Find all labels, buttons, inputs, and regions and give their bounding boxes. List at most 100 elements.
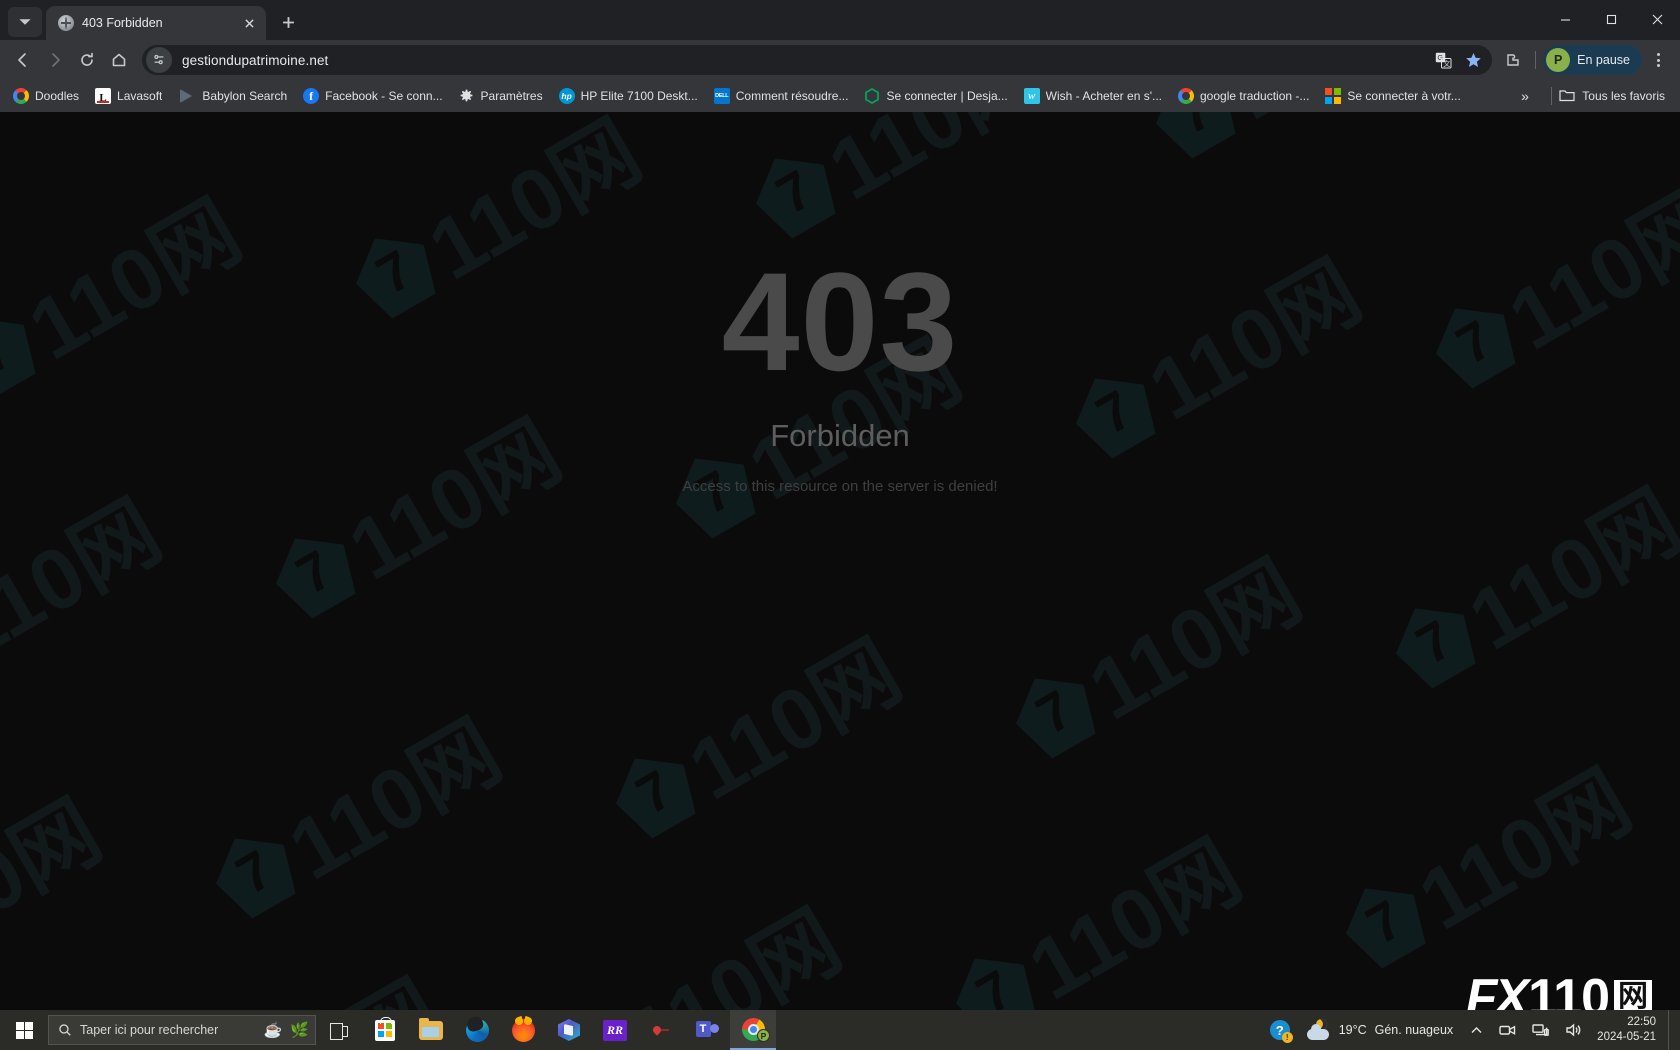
error-title: Forbidden [770,418,910,453]
search-icon [59,1024,71,1036]
pin-icon [651,1023,671,1037]
taskbar-microsoft-365[interactable] [546,1010,592,1050]
taskbar-rr-app[interactable] [592,1010,638,1050]
bookmark-wish[interactable]: Wish - Acheter en s'... [1017,83,1169,109]
start-button[interactable] [0,1010,48,1050]
coffee-icon: ☕ [263,1021,283,1039]
bookmark-label: google traduction -... [1200,89,1310,103]
taskbar-mozilla-firefox[interactable] [500,1010,546,1050]
tray-network-icon[interactable] [1525,1010,1556,1050]
help-icon: ? [1269,1020,1293,1043]
translate-icon[interactable]: G 文 [1430,47,1456,73]
clock-date: 2024-05-21 [1597,1031,1656,1043]
maximize-button[interactable] [1588,0,1634,38]
taskbar-microsoft-store[interactable] [362,1010,408,1050]
tab-search-button[interactable] [8,7,42,37]
reload-button[interactable] [72,45,102,75]
all-bookmarks-label: Tous les favoris [1582,89,1665,103]
taskbar-pin-app[interactable] [638,1010,684,1050]
tray-overflow-chevron[interactable] [1463,1010,1490,1050]
browser-window: 403 Forbidden gestiondupatrimoine.net G … [0,0,1680,1030]
babylon-icon [180,89,196,103]
weather-description: Gén. nuageux [1374,1023,1454,1037]
system-tray: ? 19°C Gén. nuageux [1263,1010,1680,1050]
facebook-icon [303,88,320,104]
svg-text:文: 文 [1443,59,1450,68]
address-bar[interactable]: gestiondupatrimoine.net G 文 [142,45,1493,75]
bookmark-lavasoft[interactable]: Lavasoft [88,83,169,109]
taskbar-clock[interactable]: 22:50 2024-05-21 [1591,1010,1666,1050]
bookmark-star-icon[interactable] [1460,47,1486,73]
taskbar-microsoft-teams[interactable] [684,1010,730,1050]
bookmark-comment-resoudre[interactable]: Comment résoudre... [707,83,856,109]
back-button[interactable] [8,45,38,75]
bookmark-label: Facebook - Se conn... [325,89,443,103]
omnibox-actions: G 文 [1430,45,1486,75]
tray-volume-icon[interactable] [1558,1010,1589,1050]
rr-icon [603,1019,627,1041]
browser-menu-button[interactable] [1644,45,1672,75]
page-viewport: 7 110网 7 110网 7 110网 7 110网 7 110网 7 110网 7 110… [0,112,1680,1030]
tray-camera-icon[interactable] [1492,1010,1523,1050]
bookmark-desjardins[interactable]: Se connecter | Desja... [857,83,1014,109]
bookmark-se-connecter-microsoft[interactable]: Se connecter à votr... [1318,83,1467,109]
taskbar-file-explorer[interactable] [408,1010,454,1050]
extensions-icon[interactable] [1498,45,1528,75]
dell-icon [713,88,730,104]
all-bookmarks-button[interactable]: Tous les favoris [1552,83,1672,109]
weather-temperature: 19°C [1338,1023,1367,1037]
site-settings-icon[interactable] [146,47,172,73]
home-button[interactable] [104,45,134,75]
bookmark-facebook[interactable]: Facebook - Se conn... [296,83,449,109]
bookmarks-overflow-button[interactable]: » [1512,83,1538,109]
bookmarks-bar: Doodles Lavasoft Babylon Search Facebook… [0,80,1680,112]
cloudy-night-icon [1306,1017,1331,1040]
clock-time: 22:50 [1627,1016,1656,1029]
tab-close-icon[interactable] [240,14,258,32]
task-view-button[interactable] [316,1010,362,1050]
edge-icon [465,1018,489,1042]
hp-icon [558,88,575,104]
taskbar-search-input[interactable]: Taper ici pour rechercher ☕ 🌿 [48,1015,316,1045]
m365-icon [558,1019,580,1041]
taskbar-google-chrome[interactable]: P [730,1010,776,1050]
weather-widget[interactable]: 19°C Gén. nuageux [1299,1010,1461,1050]
taskview-icon [330,1022,348,1040]
lavasoft-icon [95,88,112,104]
bookmark-label: Paramètres [480,89,543,103]
windows-logo-icon [15,1021,33,1039]
error-container: 403 Forbidden Access to this resource on… [0,243,1680,496]
bookmark-doodles[interactable]: Doodles [6,83,86,109]
profile-button[interactable]: P En pause [1543,45,1642,75]
folder-icon [419,1017,443,1040]
store-icon [375,1016,395,1041]
chrome-profile-badge: P [757,1029,770,1042]
bookmark-label: HP Elite 7100 Deskt... [580,89,698,103]
avatar: P [1546,48,1571,72]
browser-toolbar: gestiondupatrimoine.net G 文 P En pause [0,40,1680,80]
tab-strip: 403 Forbidden [0,0,1680,40]
minimize-button[interactable] [1542,0,1588,38]
close-window-button[interactable] [1634,0,1680,38]
error-code: 403 [721,243,959,400]
show-desktop-button[interactable] [1668,1010,1674,1050]
bookmark-label: Se connecter | Desja... [886,89,1008,103]
toolbar-divider [1535,51,1537,69]
forward-button[interactable] [40,45,70,75]
wish-icon [1023,88,1040,104]
taskbar-microsoft-edge[interactable] [454,1010,500,1050]
new-tab-button[interactable] [274,8,302,36]
bookmark-label: Babylon Search [202,89,288,103]
profile-label: En pause [1577,53,1630,67]
bookmark-google-traduction[interactable]: google traduction -... [1171,83,1316,109]
bookmark-hp-elite[interactable]: HP Elite 7100 Deskt... [552,83,705,109]
tab-403-forbidden[interactable]: 403 Forbidden [46,6,266,40]
bookmark-label: Se connecter à votr... [1347,89,1461,103]
bookmark-parametres[interactable]: Paramètres [452,83,550,109]
error-description: Access to this resource on the server is… [682,478,998,495]
bookmark-babylon-search[interactable]: Babylon Search [171,83,294,109]
folder-icon [1559,88,1575,104]
tray-help-button[interactable]: ? [1263,1010,1297,1050]
teams-icon [695,1020,719,1040]
bookmark-label: Comment résoudre... [735,89,849,103]
